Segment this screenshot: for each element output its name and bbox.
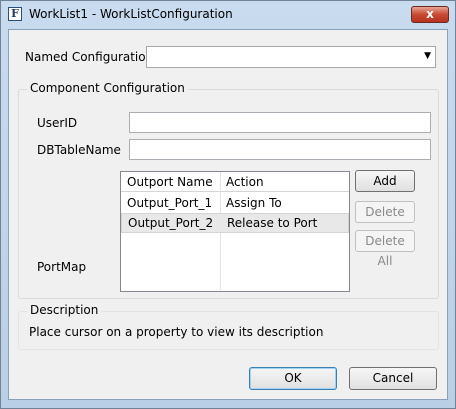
delete-all-button[interactable]: Delete All (355, 230, 415, 268)
named-configuration-dropdown[interactable]: ▼ (146, 46, 436, 68)
cancel-button[interactable]: Cancel (349, 367, 437, 390)
window-title: WorkList1 - WorkListConfiguration (29, 7, 233, 21)
action-cell: Release to Port (227, 216, 318, 230)
close-icon: x (426, 7, 434, 21)
chevron-down-icon[interactable]: ▼ (424, 51, 431, 61)
userid-label: UserID (37, 116, 78, 130)
add-button[interactable]: Add (355, 170, 415, 192)
action-cell: Assign To (226, 196, 282, 210)
named-configuration-label: Named Configuration (25, 50, 154, 64)
dialog-client-area: Named Configuration ▼ Component Configur… (8, 29, 448, 400)
close-button[interactable]: x (411, 6, 449, 23)
column-header-action[interactable]: Action (220, 172, 349, 192)
dialog-window: F WorkList1 - WorkListConfiguration x Na… (0, 0, 456, 409)
description-group: Description Place cursor on a property t… (18, 303, 439, 350)
dbtablename-label: DBTableName (37, 143, 121, 157)
outport-name-cell: Output_Port_2 (128, 216, 214, 230)
description-title: Description (27, 303, 102, 317)
column-header-outport-name[interactable]: Outport Name (121, 172, 221, 192)
outport-name-cell: Output_Port_1 (127, 196, 213, 210)
title-bar[interactable]: F WorkList1 - WorkListConfiguration x (1, 1, 455, 29)
description-text: Place cursor on a property to view its d… (29, 325, 324, 339)
delete-button[interactable]: Delete (355, 201, 415, 223)
table-row[interactable]: Output_Port_2 Release to Port (121, 213, 349, 233)
table-row[interactable]: Output_Port_1 Assign To (121, 194, 349, 214)
ok-button[interactable]: OK (249, 367, 337, 390)
app-icon: F (8, 7, 22, 21)
userid-field[interactable] (129, 112, 431, 133)
component-configuration-title: Component Configuration (27, 81, 188, 95)
portmap-label: PortMap (37, 260, 87, 274)
portmap-table[interactable]: Outport Name Action Output_Port_1 Assign… (120, 171, 350, 292)
dbtablename-field[interactable] (129, 139, 431, 160)
